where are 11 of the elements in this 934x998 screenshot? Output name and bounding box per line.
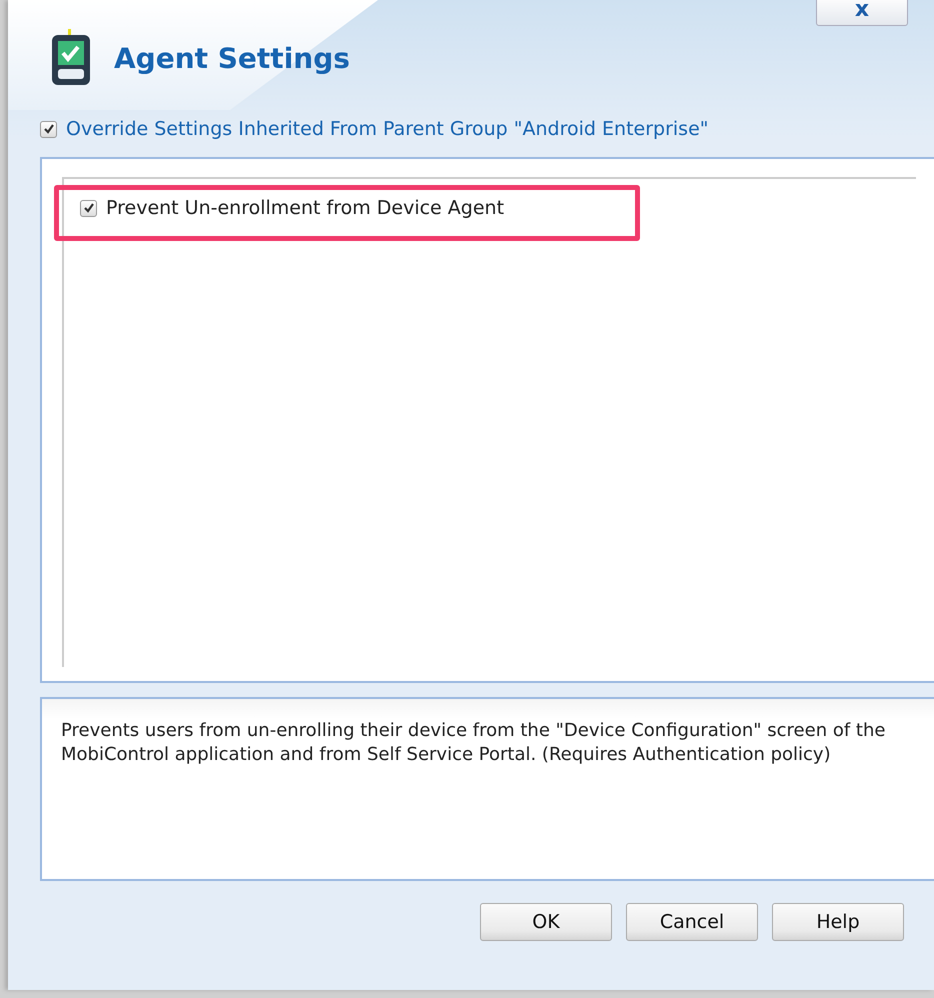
ok-button[interactable]: OK <box>480 903 612 941</box>
help-button[interactable]: Help <box>772 903 904 941</box>
cancel-button[interactable]: Cancel <box>626 903 758 941</box>
override-label: Override Settings Inherited From Parent Group "Android Enterprise" <box>66 118 708 140</box>
option-label: Prevent Un-enrollment from Device Agent <box>106 197 504 219</box>
option-checkbox[interactable] <box>80 200 97 216</box>
close-button[interactable]: x <box>816 0 908 26</box>
window-title: Agent Settings <box>114 42 350 74</box>
device-check-icon <box>50 29 92 87</box>
description-text: Prevents users from un-enrolling their device from the "Device Configuration" screen of the MobiControl application and from Self Service Portal. (Requires Authentication policy) <box>61 719 886 767</box>
override-checkbox[interactable] <box>40 120 57 138</box>
